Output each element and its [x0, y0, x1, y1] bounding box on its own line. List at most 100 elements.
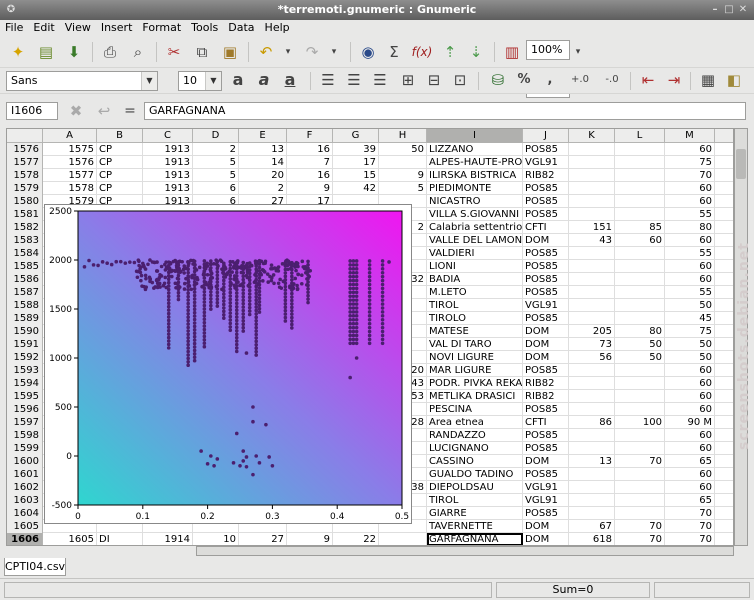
- cell[interactable]: LUCIGNANO: [427, 442, 523, 455]
- open-icon[interactable]: ▤: [34, 40, 58, 64]
- currency-icon[interactable]: ⛁: [486, 68, 510, 92]
- cell[interactable]: 50: [615, 351, 665, 364]
- cell[interactable]: [615, 208, 665, 221]
- cell[interactable]: Calabria settentrion: [427, 221, 523, 234]
- cell[interactable]: NICASTRO: [427, 195, 523, 208]
- decrease-decimals-icon[interactable]: -.0: [598, 68, 626, 92]
- menu-view[interactable]: View: [60, 20, 96, 36]
- unmerge-icon[interactable]: ⊡: [448, 68, 472, 92]
- cell[interactable]: 50: [665, 299, 715, 312]
- row-header[interactable]: 1598: [7, 429, 43, 442]
- cell[interactable]: 65: [665, 494, 715, 507]
- column-header-j[interactable]: J: [523, 129, 569, 143]
- cell[interactable]: 55: [665, 247, 715, 260]
- cell[interactable]: [615, 481, 665, 494]
- function-icon[interactable]: f(x): [408, 40, 436, 64]
- cut-icon[interactable]: ✂: [162, 40, 186, 64]
- merge-cells-icon[interactable]: ⊞: [396, 68, 420, 92]
- row-header[interactable]: 1596: [7, 403, 43, 416]
- column-header-c[interactable]: C: [143, 129, 193, 143]
- cell[interactable]: DOM: [523, 338, 569, 351]
- cell[interactable]: TIROL: [427, 299, 523, 312]
- zoom-dropdown-icon[interactable]: ▾: [570, 40, 586, 64]
- cell[interactable]: 60: [665, 273, 715, 286]
- cell[interactable]: GARFAGNANA: [427, 533, 523, 545]
- cell[interactable]: POS85: [523, 260, 569, 273]
- row-header[interactable]: 1591: [7, 338, 43, 351]
- cell[interactable]: [569, 156, 615, 169]
- cell[interactable]: 60: [665, 234, 715, 247]
- window-menu-icon[interactable]: ✪: [4, 3, 18, 17]
- row-header[interactable]: 1602: [7, 481, 43, 494]
- cell[interactable]: [615, 247, 665, 260]
- cell[interactable]: POS85: [523, 312, 569, 325]
- row-header[interactable]: 1589: [7, 312, 43, 325]
- cell[interactable]: NOVI LIGURE: [427, 351, 523, 364]
- cell[interactable]: POS85: [523, 442, 569, 455]
- row-header[interactable]: 1580: [7, 195, 43, 208]
- cell[interactable]: CP: [97, 182, 143, 195]
- cell[interactable]: 13: [569, 455, 615, 468]
- thousands-icon[interactable]: ,: [538, 68, 562, 92]
- menu-data[interactable]: Data: [223, 20, 259, 36]
- cell[interactable]: 55: [665, 286, 715, 299]
- cell[interactable]: [615, 429, 665, 442]
- cell[interactable]: 5: [193, 169, 239, 182]
- cell[interactable]: 618: [569, 533, 615, 545]
- cell[interactable]: 55: [665, 208, 715, 221]
- row-header[interactable]: 1586: [7, 273, 43, 286]
- cell[interactable]: 60: [665, 260, 715, 273]
- cell[interactable]: 60: [665, 481, 715, 494]
- italic-icon[interactable]: a: [252, 68, 276, 92]
- row-header[interactable]: 1584: [7, 247, 43, 260]
- cell[interactable]: DI: [97, 533, 143, 545]
- cell[interactable]: VGL91: [523, 299, 569, 312]
- cell[interactable]: 60: [665, 390, 715, 403]
- zoom-field[interactable]: 100%: [526, 40, 570, 60]
- minimize-icon[interactable]: –: [708, 3, 722, 17]
- cell[interactable]: 13: [239, 143, 287, 156]
- cell[interactable]: DOM: [523, 234, 569, 247]
- cell[interactable]: [615, 182, 665, 195]
- cell[interactable]: 5: [379, 182, 427, 195]
- undo-dropdown-icon[interactable]: ▾: [276, 40, 300, 64]
- cell[interactable]: RIB82: [523, 390, 569, 403]
- row-header[interactable]: 1587: [7, 286, 43, 299]
- close-icon[interactable]: ✕: [736, 3, 750, 17]
- increase-indent-icon[interactable]: ⇥: [662, 68, 686, 92]
- cell[interactable]: 42: [333, 182, 379, 195]
- column-header-i[interactable]: I: [427, 129, 523, 143]
- cell[interactable]: [615, 390, 665, 403]
- row-header[interactable]: 1597: [7, 416, 43, 429]
- cell[interactable]: [569, 260, 615, 273]
- cell[interactable]: [615, 169, 665, 182]
- cell[interactable]: RIB82: [523, 169, 569, 182]
- horizontal-scrollbar[interactable]: [196, 546, 734, 556]
- cell[interactable]: 50: [665, 338, 715, 351]
- cell[interactable]: [569, 390, 615, 403]
- cell[interactable]: [615, 494, 665, 507]
- cell[interactable]: [569, 143, 615, 156]
- menu-file[interactable]: File: [0, 20, 28, 36]
- row-header[interactable]: 1576: [7, 143, 43, 156]
- cell[interactable]: POS85: [523, 403, 569, 416]
- cell[interactable]: 60: [665, 403, 715, 416]
- cell[interactable]: [569, 442, 615, 455]
- cell[interactable]: 9: [287, 182, 333, 195]
- redo-dropdown-icon[interactable]: ▾: [322, 40, 346, 64]
- scatter-chart[interactable]: 0 0.1 0.2 0.3 0.4 0.5 2500 2000 1500 1000 500 0 -500: [44, 204, 412, 524]
- menu-help[interactable]: Help: [260, 20, 295, 36]
- cell[interactable]: 1913: [143, 156, 193, 169]
- cell[interactable]: VGL91: [523, 494, 569, 507]
- row-header[interactable]: 1583: [7, 234, 43, 247]
- cell[interactable]: 1914: [143, 533, 193, 545]
- cell[interactable]: 80: [615, 325, 665, 338]
- maximize-icon[interactable]: □: [722, 3, 736, 17]
- cell[interactable]: RANDAZZO: [427, 429, 523, 442]
- cell[interactable]: POS85: [523, 286, 569, 299]
- menu-edit[interactable]: Edit: [28, 20, 59, 36]
- cell[interactable]: POS85: [523, 195, 569, 208]
- cell[interactable]: [615, 286, 665, 299]
- font-name-combo[interactable]: Sans ▼: [6, 71, 158, 91]
- cell[interactable]: [569, 403, 615, 416]
